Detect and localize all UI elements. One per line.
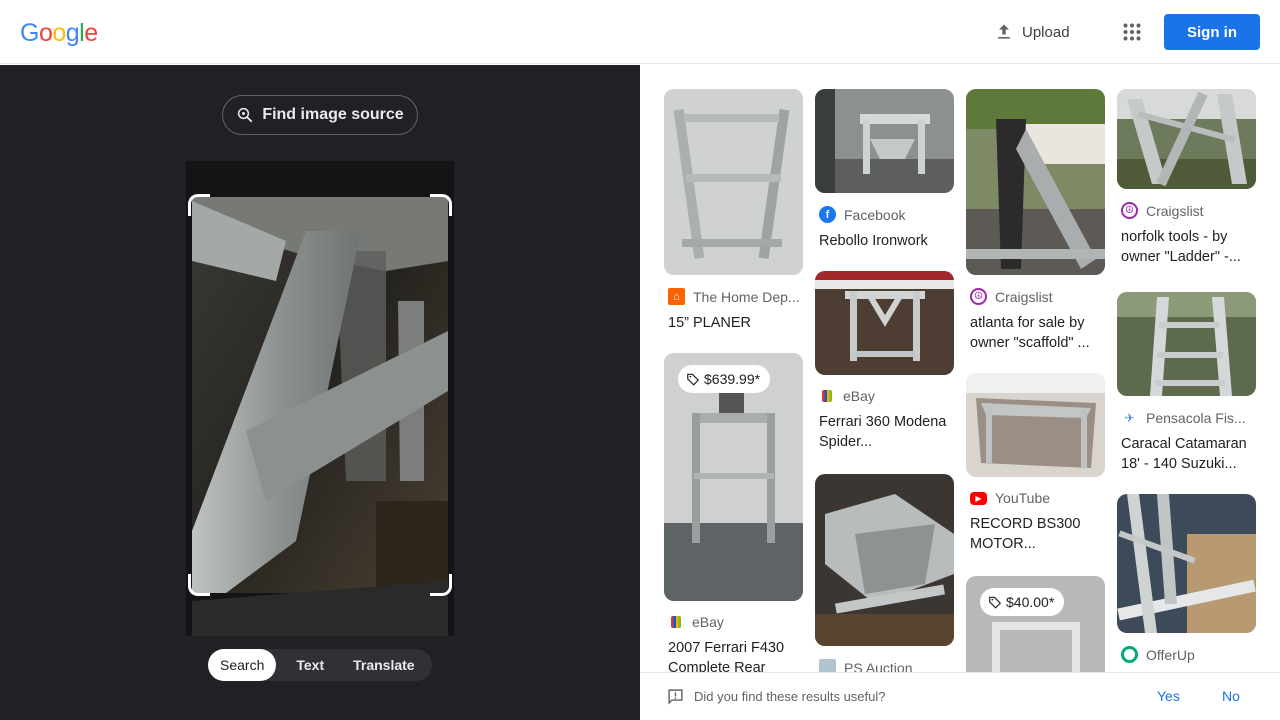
- crop-handle[interactable]: [430, 574, 452, 596]
- result-source: eBay: [668, 614, 803, 630]
- upload-label: Upload: [1022, 23, 1070, 41]
- upload-button[interactable]: Upload: [984, 14, 1080, 50]
- result-card[interactable]: $40.00*: [966, 576, 1105, 672]
- ebay-icon: [671, 616, 681, 628]
- pensacola-icon: ✈: [1121, 409, 1138, 426]
- lens-search-icon: [238, 107, 253, 123]
- result-source: ⌂ The Home Dep...: [668, 288, 803, 305]
- result-source: ☮ Craigslist: [1121, 202, 1256, 219]
- crop-handle[interactable]: [188, 194, 210, 216]
- result-source: ▶ YouTube: [970, 490, 1105, 506]
- lens-query-pane: Find image source Search Text Translate: [0, 65, 640, 720]
- feedback-bar: Did you find these results useful? Yes N…: [640, 672, 1280, 720]
- result-source-name: Facebook: [844, 206, 906, 223]
- youtube-icon: ▶: [970, 491, 987, 505]
- result-source: ✈ Pensacola Fis...: [1121, 409, 1256, 426]
- result-source: eBay: [819, 388, 954, 404]
- result-thumbnail[interactable]: [966, 373, 1105, 477]
- google-apps-button[interactable]: [1116, 16, 1148, 48]
- feedback-icon: [668, 689, 683, 705]
- result-card[interactable]: ✈ Pensacola Fis... Caracal Catamaran 18'…: [1117, 292, 1256, 474]
- ebay-icon: [822, 390, 832, 402]
- sign-in-button[interactable]: Sign in: [1164, 14, 1260, 50]
- result-title[interactable]: Ferrari 360 Modena Spider...: [819, 412, 954, 452]
- result-source-name: Craigslist: [995, 288, 1053, 305]
- logo-letter: g: [65, 19, 80, 47]
- craigslist-icon: ☮: [970, 288, 987, 305]
- result-card[interactable]: OfferUp: [1117, 494, 1256, 663]
- result-thumbnail[interactable]: $639.99*: [664, 353, 803, 601]
- result-source: ☮ Craigslist: [970, 288, 1105, 305]
- result-source: f Facebook: [819, 206, 954, 223]
- logo-letter: G: [20, 19, 39, 47]
- result-thumbnail[interactable]: [664, 89, 803, 275]
- result-title[interactable]: atlanta for sale by owner "scaffold" ...: [970, 313, 1105, 353]
- logo-letter: o: [52, 19, 66, 47]
- result-card[interactable]: ☮ Craigslist atlanta for sale by owner "…: [966, 89, 1105, 353]
- result-source-name: Craigslist: [1146, 202, 1204, 219]
- result-card[interactable]: eBay Ferrari 360 Modena Spider...: [815, 271, 954, 452]
- result-thumbnail[interactable]: [815, 271, 954, 375]
- result-source-name: eBay: [692, 614, 724, 630]
- google-logo[interactable]: Google: [20, 19, 98, 48]
- lens-mode-tabs: Search Text Translate: [208, 649, 432, 681]
- tab-translate[interactable]: Translate: [339, 649, 424, 681]
- craigslist-icon: ☮: [1121, 202, 1138, 219]
- result-thumbnail[interactable]: [815, 89, 954, 193]
- result-source: OfferUp: [1121, 646, 1256, 663]
- result-title[interactable]: 15” PLANER: [668, 313, 803, 333]
- price-value: $639.99*: [704, 371, 761, 387]
- result-thumbnail[interactable]: $40.00*: [966, 576, 1105, 672]
- feedback-no-button[interactable]: No: [1222, 688, 1240, 704]
- result-source-name: OfferUp: [1146, 646, 1195, 663]
- result-title[interactable]: RECORD BS300 MOTOR...: [970, 514, 1105, 554]
- result-source-name: YouTube: [995, 490, 1051, 506]
- offerup-icon: [1121, 646, 1138, 663]
- tab-text[interactable]: Text: [276, 649, 339, 681]
- result-thumbnail[interactable]: [1117, 494, 1256, 633]
- visual-matches-grid: ⌂ The Home Dep... 15” PLANER $639.99* eB…: [640, 65, 1280, 672]
- query-image[interactable]: [186, 161, 454, 636]
- result-source-name: eBay: [843, 388, 875, 404]
- logo-letter: e: [84, 19, 98, 47]
- apps-grid-icon: [1123, 23, 1141, 41]
- price-tag-icon: [687, 373, 700, 386]
- upload-icon: [998, 24, 1010, 39]
- result-card[interactable]: $639.99* eBay 2007 Ferrari F430 Complete…: [664, 353, 803, 672]
- result-thumbnail[interactable]: [1117, 292, 1256, 396]
- price-value: $40.00*: [1006, 594, 1055, 610]
- result-source-name: The Home Dep...: [693, 288, 800, 305]
- tab-search[interactable]: Search: [208, 649, 277, 681]
- price-badge: $40.00*: [980, 588, 1065, 616]
- result-card[interactable]: ⌂ The Home Dep... 15” PLANER: [664, 89, 803, 333]
- price-tag-icon: [989, 596, 1002, 609]
- find-image-source-button[interactable]: Find image source: [222, 95, 418, 135]
- result-card[interactable]: f Facebook Rebollo Ironwork: [815, 89, 954, 251]
- price-badge: $639.99*: [678, 365, 771, 393]
- crop-handle[interactable]: [188, 574, 210, 596]
- header: Google Upload Sign in: [0, 0, 1280, 64]
- result-thumbnail[interactable]: [815, 474, 954, 646]
- result-thumbnail[interactable]: [1117, 89, 1256, 189]
- result-source-name: Pensacola Fis...: [1146, 409, 1246, 426]
- logo-letter: o: [38, 19, 53, 47]
- result-source-name: PS Auction: [844, 659, 913, 673]
- ps-auction-icon: [819, 659, 836, 672]
- result-card[interactable]: ▶ YouTube RECORD BS300 MOTOR...: [966, 373, 1105, 554]
- result-title[interactable]: Rebollo Ironwork: [819, 231, 954, 251]
- feedback-yes-button[interactable]: Yes: [1157, 688, 1180, 704]
- result-title[interactable]: 2007 Ferrari F430 Complete Rear: [668, 638, 803, 672]
- crop-handle[interactable]: [430, 194, 452, 216]
- result-source: PS Auction: [819, 659, 954, 672]
- result-card[interactable]: PS Auction: [815, 474, 954, 672]
- result-title[interactable]: Caracal Catamaran 18' - 140 Suzuki...: [1121, 434, 1256, 474]
- result-title[interactable]: norfolk tools - by owner "Ladder" -...: [1121, 227, 1256, 267]
- find-image-source-label: Find image source: [262, 106, 404, 123]
- result-card[interactable]: ☮ Craigslist norfolk tools - by owner "L…: [1117, 89, 1256, 267]
- result-thumbnail[interactable]: [966, 89, 1105, 275]
- facebook-icon: f: [819, 206, 836, 223]
- home-depot-icon: ⌂: [668, 288, 685, 305]
- feedback-question: Did you find these results useful?: [694, 689, 886, 704]
